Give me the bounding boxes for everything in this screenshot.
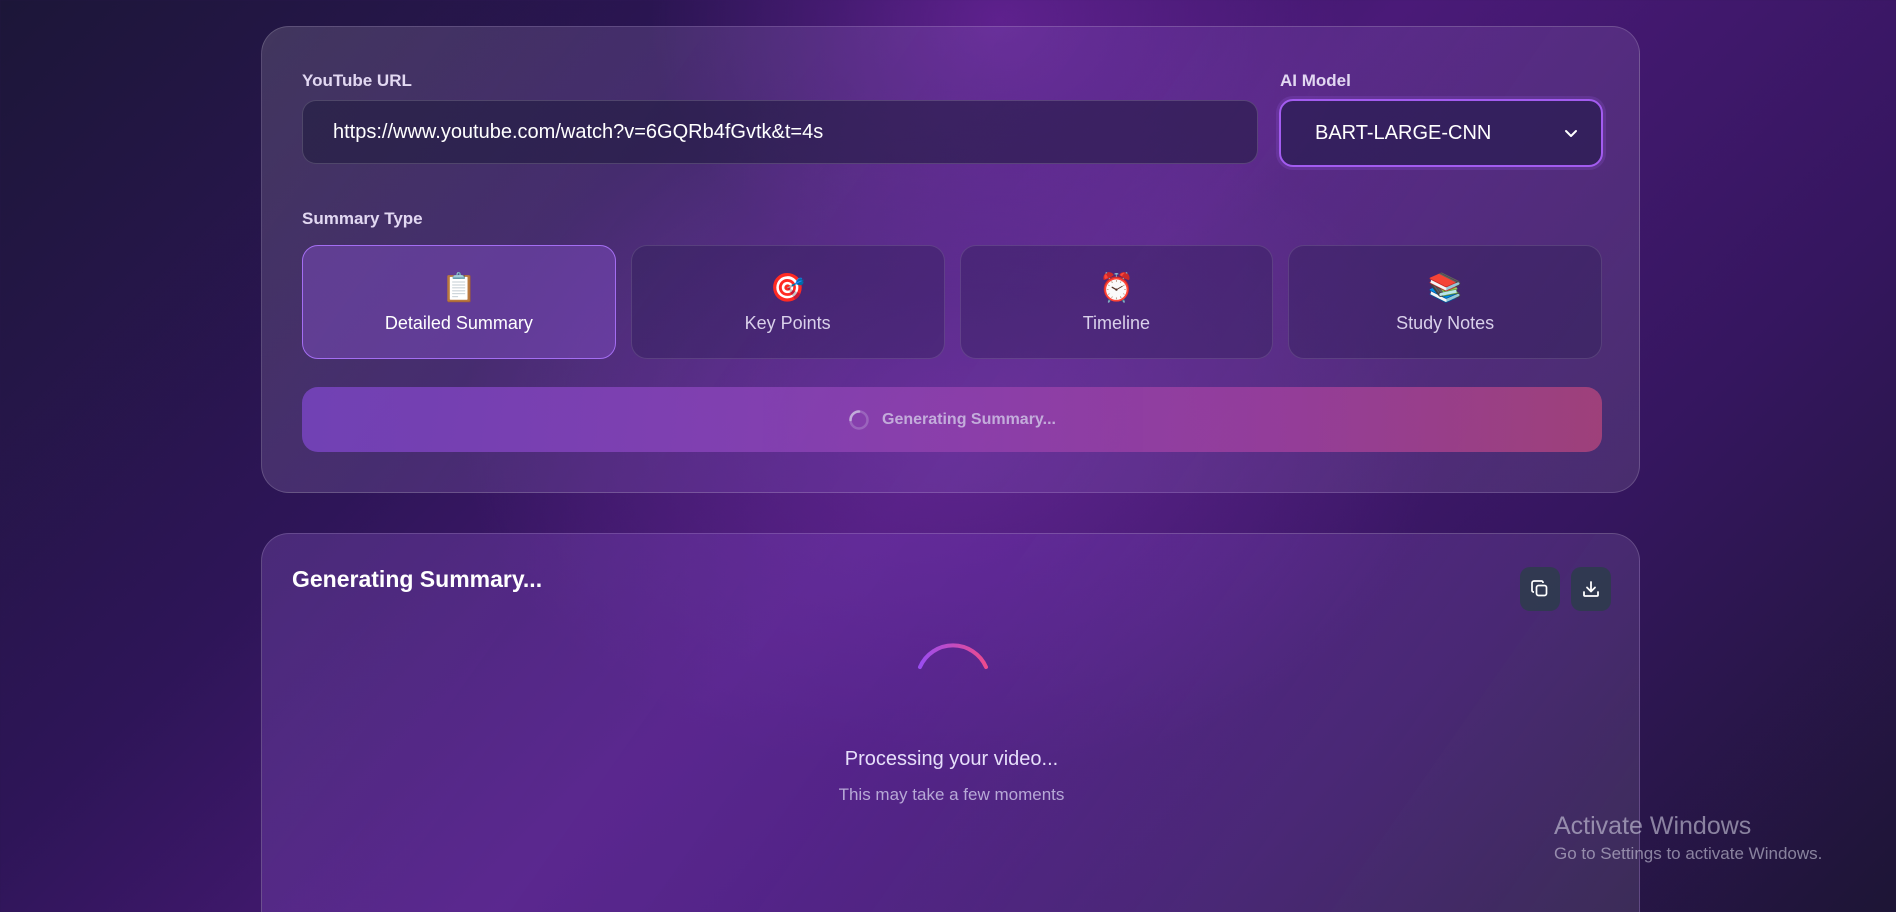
summary-type-options: 📋 Detailed Summary 🎯 Key Points ⏰ Timeli… (302, 245, 1602, 359)
alarm-clock-icon: ⏰ (1098, 270, 1134, 304)
summary-type-label: Summary Type (302, 209, 423, 228)
watermark-title: Activate Windows (1554, 812, 1752, 840)
summary-type-key-points[interactable]: 🎯 Key Points (630, 245, 945, 359)
ai-model-select[interactable]: BART-LARGE-CNN (1279, 99, 1603, 167)
youtube-url-input[interactable] (302, 100, 1258, 164)
ai-model-selected-value: BART-LARGE-CNN (1315, 121, 1492, 144)
clipboard-icon: 📋 (441, 270, 477, 304)
copy-button[interactable] (1520, 567, 1560, 611)
download-button[interactable] (1571, 567, 1611, 611)
activate-windows-watermark: Activate Windows Go to Settings to activ… (1554, 811, 1822, 867)
loading-spinner-icon (918, 643, 988, 669)
copy-icon (1531, 580, 1548, 597)
summary-type-detailed[interactable]: 📋 Detailed Summary (302, 245, 616, 359)
summary-type-label-text: Key Points (744, 312, 831, 333)
summary-type-timeline[interactable]: ⏰ Timeline (959, 245, 1274, 359)
chevron-down-icon (1565, 130, 1577, 137)
watermark-subtitle: Go to Settings to activate Windows. (1554, 844, 1823, 863)
result-title: Generating Summary... (292, 566, 543, 592)
summary-type-label-text: Study Notes (1396, 312, 1495, 333)
generate-summary-button[interactable]: Generating Summary... (302, 387, 1602, 452)
processing-message: Processing your video... (844, 748, 1059, 770)
generate-button-label: Generating Summary... (882, 410, 1056, 428)
summary-type-study-notes[interactable]: 📚 Study Notes (1288, 245, 1602, 359)
summary-result-card: Generating Summary... Processing your vi… (261, 533, 1640, 912)
books-icon: 📚 (1427, 270, 1463, 304)
loading-spinner-icon (849, 409, 869, 430)
summary-type-label-text: Timeline (1082, 312, 1151, 333)
download-icon (1583, 581, 1599, 597)
target-icon: 🎯 (770, 270, 806, 304)
ai-model-label: AI Model (1280, 71, 1351, 90)
youtube-url-label: YouTube URL (302, 71, 412, 90)
summary-type-label-text: Detailed Summary (384, 312, 533, 333)
summary-form-card: YouTube URL AI Model BART-LARGE-CNN Summ… (261, 26, 1640, 493)
processing-submessage: This may take a few moments (838, 785, 1065, 804)
